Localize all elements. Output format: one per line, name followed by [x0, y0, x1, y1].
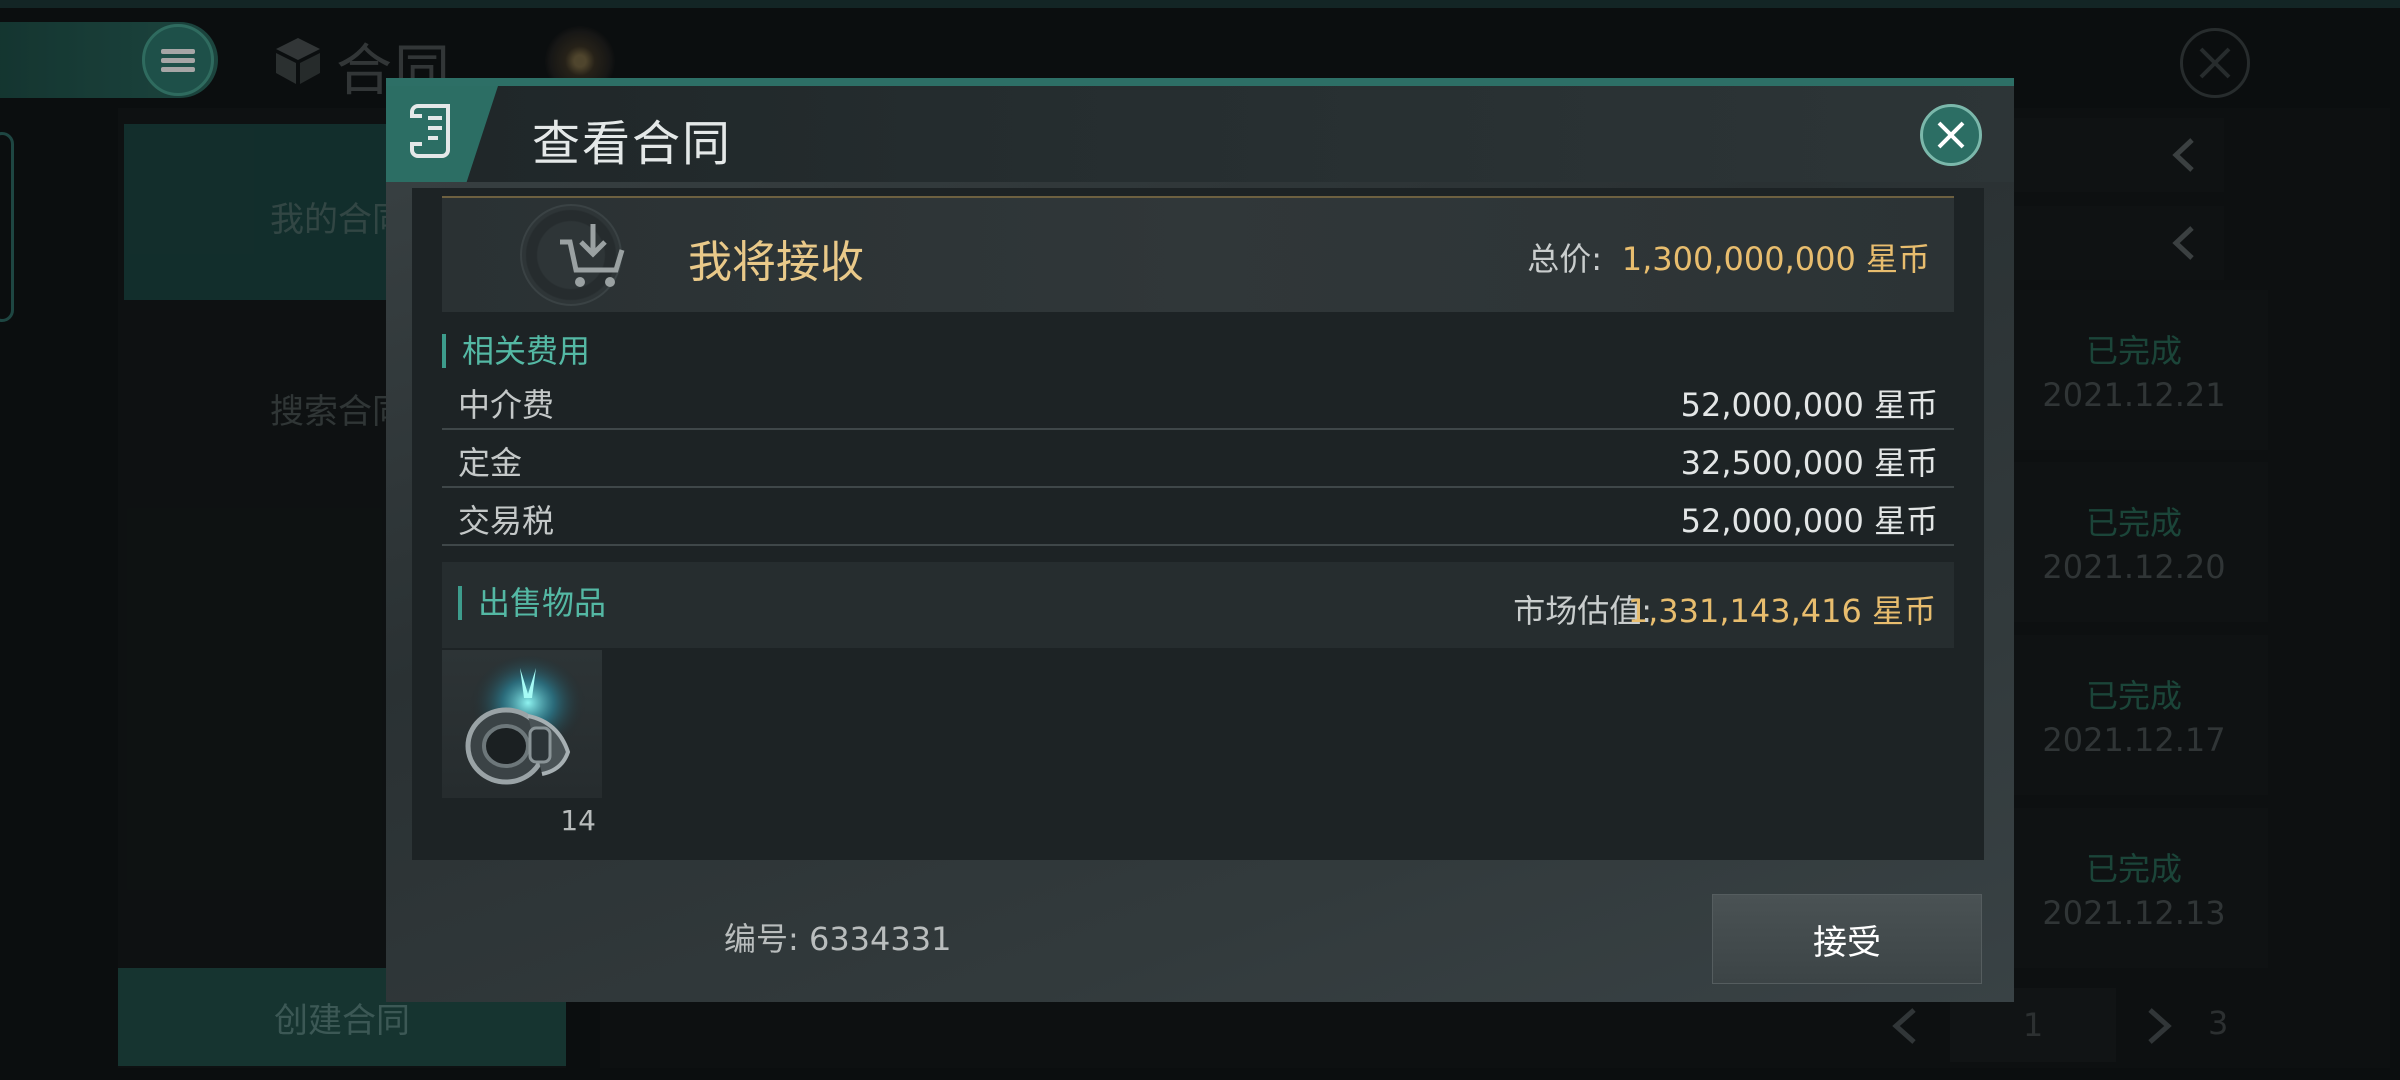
- header-tab: [386, 86, 498, 182]
- total-price-value: 1,300,000,000 星币: [1621, 240, 1930, 278]
- fee-name: 中介费: [458, 386, 555, 424]
- view-contract-dialog: 查看合同 我将接收 总价: 1,300,000,000 星币 相关费用 中介费 …: [386, 78, 2014, 1002]
- cart-download-icon: [560, 224, 625, 287]
- total-price-label: 总价:: [1527, 240, 1602, 278]
- fee-row-broker: 中介费 52,000,000 星币: [442, 372, 1954, 430]
- scroll-icon: [410, 104, 450, 158]
- fee-name: 定金: [458, 444, 523, 482]
- sale-items-header: 出售物品 市场估值: 1,331,143,416 星币: [442, 562, 1954, 648]
- fee-name: 交易税: [458, 502, 555, 540]
- dialog-content: 我将接收 总价: 1,300,000,000 星币 相关费用 中介费 52,00…: [412, 188, 1984, 860]
- item-count: 14: [560, 804, 596, 837]
- dialog-close-button[interactable]: [1920, 104, 1982, 166]
- fee-row-deposit: 定金 32,500,000 星币: [442, 430, 1954, 488]
- fee-value: 52,000,000 星币: [1680, 502, 1938, 540]
- contract-number: 编号: 6334331: [724, 920, 952, 958]
- market-value: 1,331,143,416 星币: [1627, 592, 1936, 630]
- sale-items-heading: 出售物品: [458, 586, 606, 620]
- receive-label: 我将接收: [688, 237, 864, 288]
- accept-button-label: 接受: [1813, 922, 1881, 963]
- close-icon: [1937, 121, 1965, 149]
- fee-value: 32,500,000 星币: [1680, 444, 1938, 482]
- engine-module-icon: [465, 656, 586, 785]
- fee-value: 52,000,000 星币: [1680, 386, 1938, 424]
- dialog-title: 查看合同: [532, 116, 733, 172]
- fees-heading: 相关费用: [442, 334, 590, 368]
- fee-row-tax: 交易税 52,000,000 星币: [442, 488, 1954, 546]
- item-slot[interactable]: [442, 650, 602, 798]
- receive-summary: 我将接收 总价: 1,300,000,000 星币: [442, 196, 1954, 312]
- dialog-header: 查看合同: [386, 86, 2014, 182]
- accept-button[interactable]: 接受: [1712, 894, 1982, 984]
